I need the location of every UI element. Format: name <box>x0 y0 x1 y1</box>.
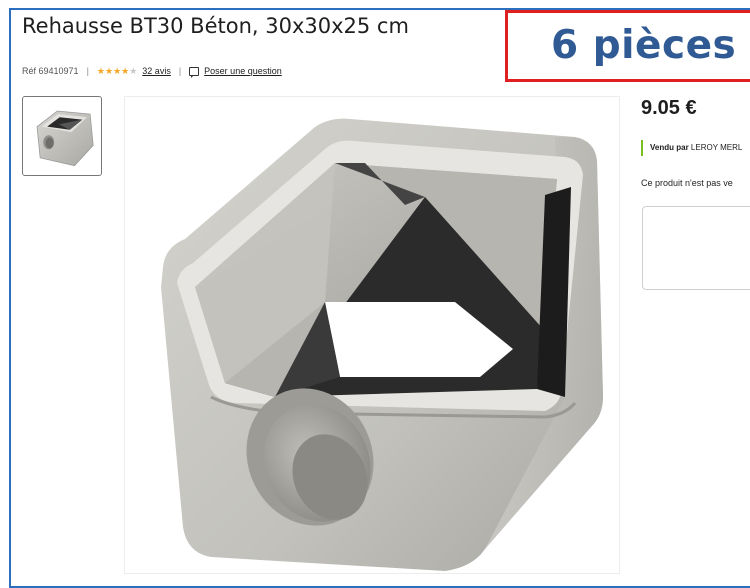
quantity-overlay-text: 6 pièces <box>551 23 737 68</box>
concrete-block-thumbnail-image <box>36 110 94 167</box>
question-bubble-icon <box>189 66 200 78</box>
product-thumbnail[interactable] <box>22 96 102 176</box>
star-icon: ★ <box>121 65 130 76</box>
star-icon: ★ <box>129 65 138 76</box>
meta-divider: | <box>178 66 182 76</box>
ask-question-link[interactable]: Poser une question <box>204 66 282 76</box>
seller-name: LEROY MERL <box>690 143 743 152</box>
seller-label: Vendu par <box>650 143 689 152</box>
quantity-overlay-banner: 6 pièces <box>505 10 750 82</box>
availability-message: Ce produit n'est pas ve <box>641 178 733 188</box>
star-icon: ★ <box>96 65 105 76</box>
product-main-image[interactable] <box>124 96 620 574</box>
product-reference: Réf 69410971 <box>22 66 79 76</box>
concrete-block-main-image <box>161 118 603 571</box>
store-availability-box[interactable] <box>642 206 750 290</box>
meta-divider: | <box>86 66 89 76</box>
star-icon: ★ <box>104 65 114 76</box>
rating-stars[interactable]: ★ ★ ★ ★ ★ <box>96 65 138 76</box>
product-price: 9.05 € <box>641 97 697 119</box>
product-title: Rehausse BT30 Béton, 30x30x25 cm <box>22 14 409 38</box>
reviews-link[interactable]: 32 avis <box>142 66 171 76</box>
seller-info: Vendu par LEROY MERL <box>641 140 742 156</box>
product-meta: Réf 69410971 | ★ ★ ★ ★ ★ 32 avis | Poser une… <box>22 65 282 78</box>
star-icon: ★ <box>113 65 122 76</box>
